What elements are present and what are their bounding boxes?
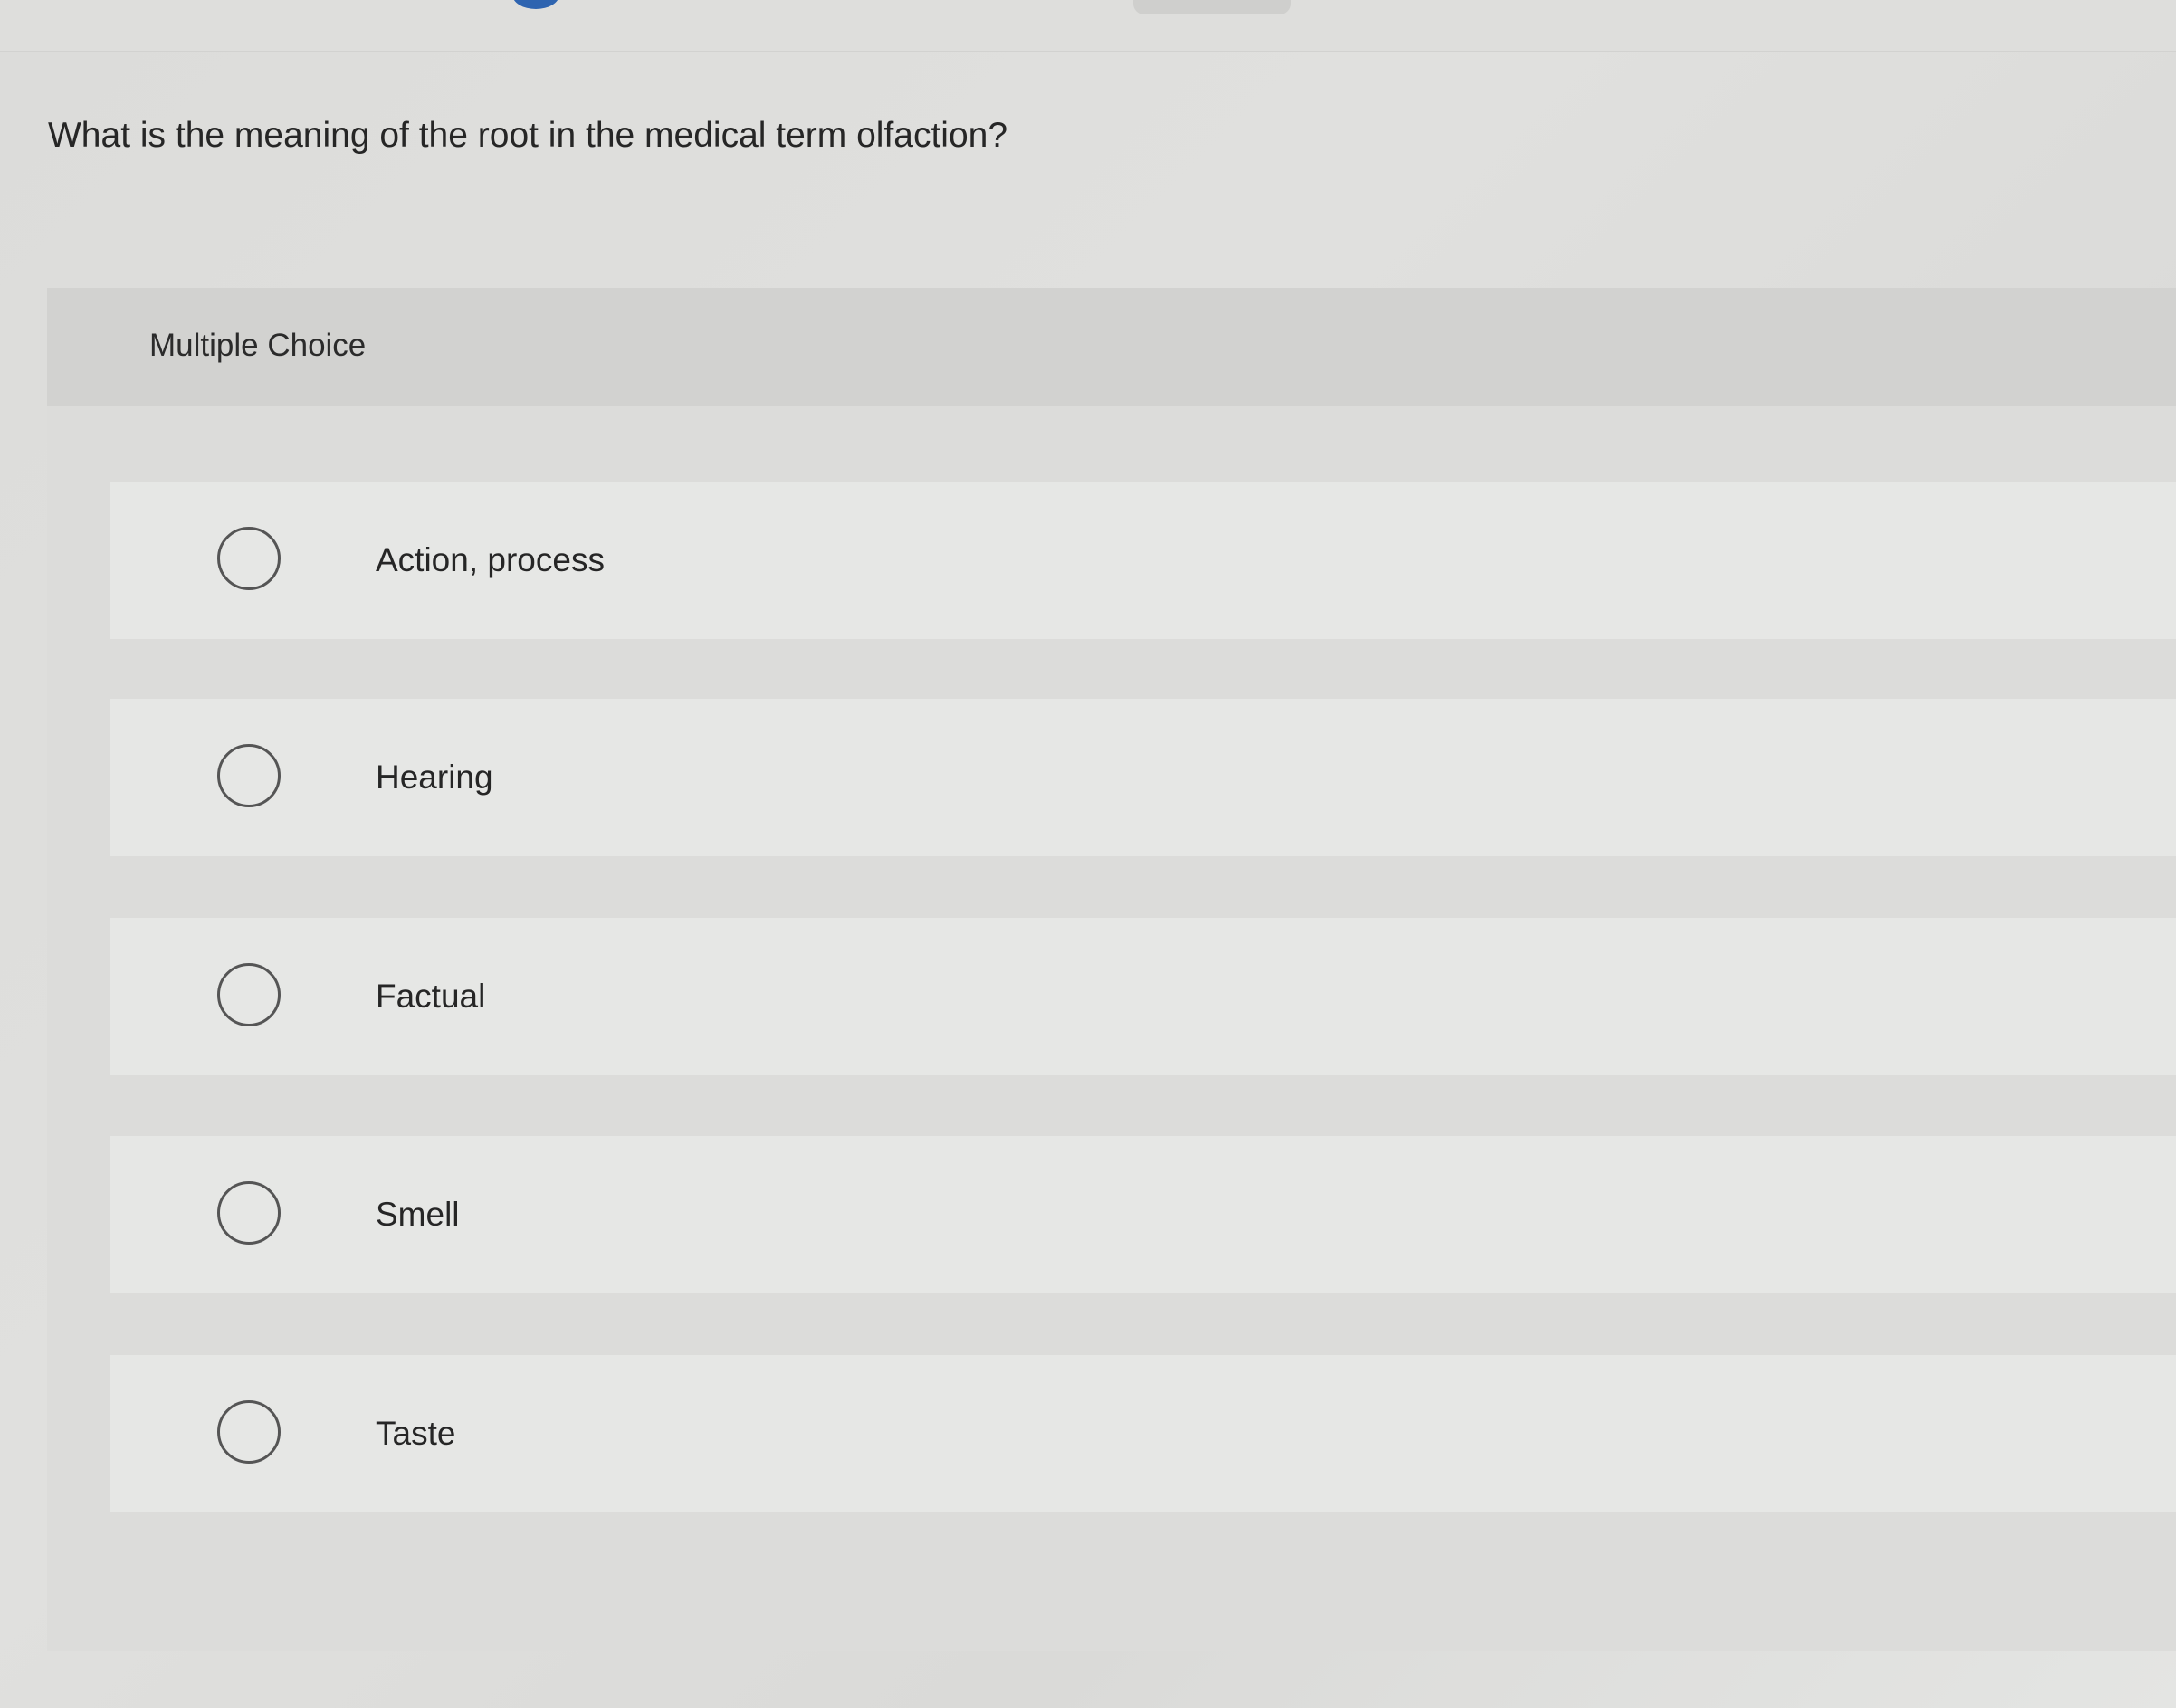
top-toolbar-strip <box>0 0 2176 52</box>
multiple-choice-panel: Multiple Choice Action, process Hearing … <box>47 288 2176 1651</box>
answer-option-hearing[interactable]: Hearing <box>110 699 2176 856</box>
answer-option-factual[interactable]: Factual <box>110 918 2176 1075</box>
multiple-choice-header: Multiple Choice <box>47 288 2176 406</box>
question-text: What is the meaning of the root in the m… <box>48 116 1008 155</box>
answer-option-smell[interactable]: Smell <box>110 1136 2176 1293</box>
answer-option-taste[interactable]: Taste <box>110 1355 2176 1512</box>
radio-button-icon[interactable] <box>217 1400 281 1464</box>
answer-option-label: Taste <box>376 1415 456 1452</box>
answer-option-label: Smell <box>376 1196 460 1233</box>
answer-option-label: Action, process <box>376 541 605 578</box>
radio-button-icon[interactable] <box>217 1181 281 1245</box>
answer-option-action-process[interactable]: Action, process <box>110 482 2176 639</box>
answer-option-label: Factual <box>376 978 486 1015</box>
answer-option-label: Hearing <box>376 759 493 796</box>
radio-button-icon[interactable] <box>217 744 281 807</box>
question-type-label: Multiple Choice <box>149 328 367 363</box>
radio-button-icon[interactable] <box>217 527 281 590</box>
top-tab[interactable] <box>1133 0 1291 14</box>
radio-button-icon[interactable] <box>217 963 281 1026</box>
progress-indicator-icon <box>512 0 559 9</box>
